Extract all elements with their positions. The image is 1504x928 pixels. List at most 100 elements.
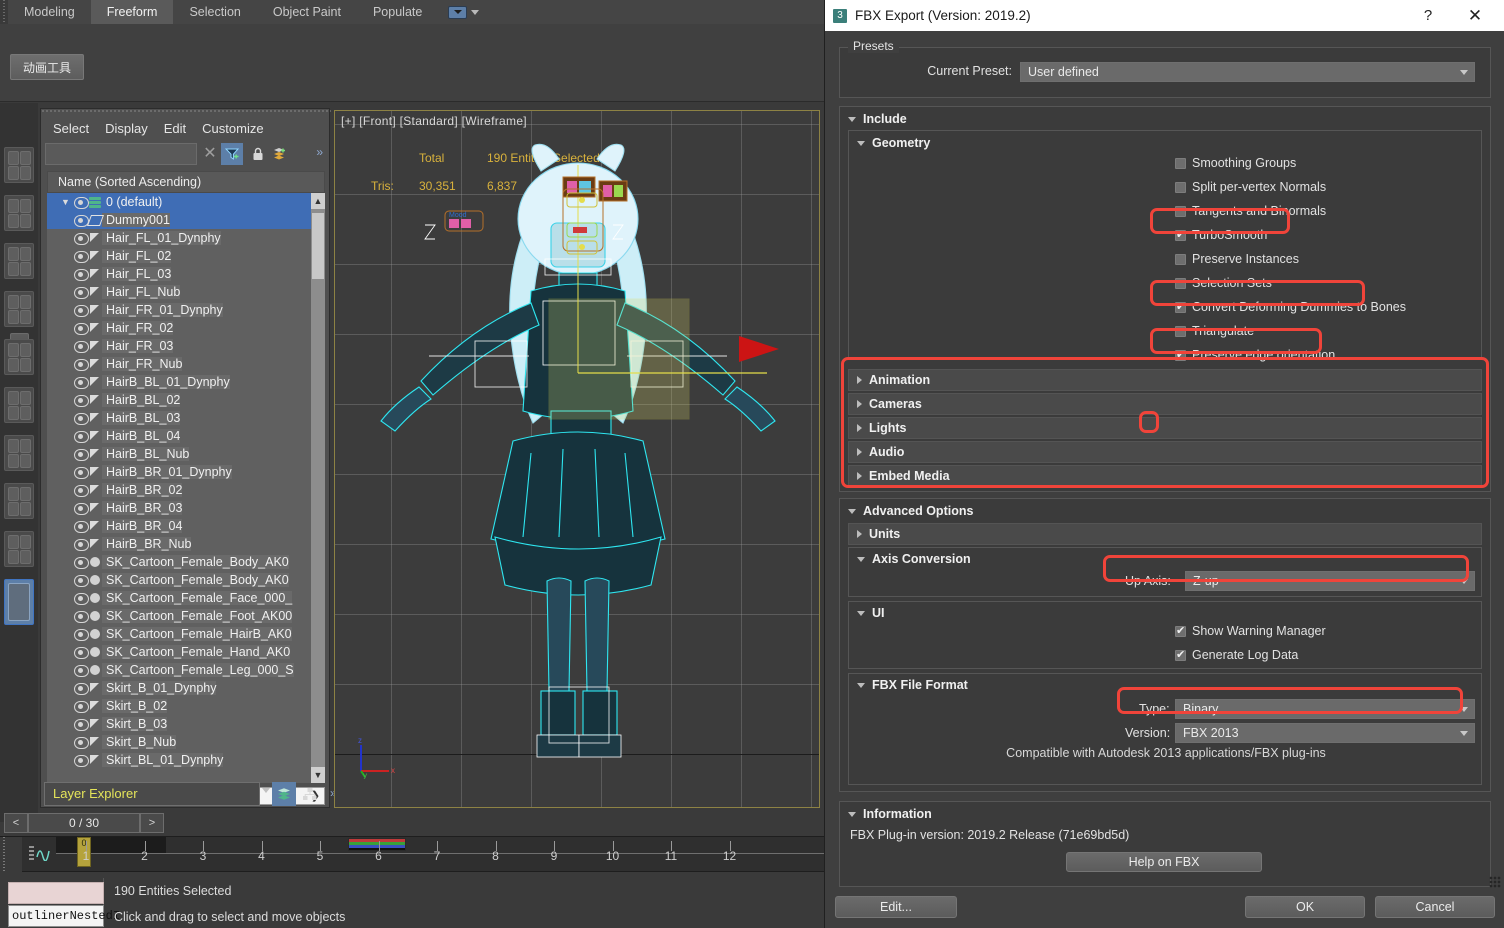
timeline-trackbar[interactable]: 0 1 2 3 4 5 6 7 8 9 10 11 12 (0, 836, 824, 873)
layer-row[interactable]: HairB_BR_03 (47, 499, 325, 517)
geometry-option-row[interactable]: Tangents and Binormals (1175, 204, 1326, 218)
layer-row[interactable]: SK_Cartoon_Female_HairB_AK0 (47, 625, 325, 643)
ribbon-tab-selection[interactable]: Selection (173, 0, 256, 24)
units-section-header[interactable]: Units (848, 523, 1482, 545)
layer-tree-scrollbar[interactable]: ▲ ▼ (311, 193, 325, 783)
clear-search-icon[interactable]: ✕ (201, 145, 219, 163)
geometry-option-checkbox[interactable] (1175, 181, 1186, 193)
collapsed-section-header[interactable]: Embed Media (848, 465, 1482, 487)
caret-down-icon[interactable]: ▼ (61, 197, 73, 207)
layer-row[interactable]: Hair_FL_01_Dynphy (47, 229, 325, 247)
geometry-option-row[interactable]: TurboSmooth (1175, 228, 1267, 242)
edit-button[interactable]: Edit... (835, 896, 957, 918)
caret-down-icon[interactable] (857, 140, 865, 146)
chevron-down-icon[interactable] (471, 9, 480, 15)
collapsed-section-header[interactable]: Cameras (848, 393, 1482, 415)
visibility-eye-icon[interactable] (73, 466, 89, 479)
next-frame-button[interactable]: > (140, 813, 164, 833)
layer-row[interactable]: HairB_BL_Nub (47, 445, 325, 463)
chevron-down-icon[interactable] (1460, 70, 1468, 75)
caret-right-icon[interactable] (857, 448, 862, 456)
geometry-section-header[interactable]: Geometry (857, 136, 930, 150)
layer-tree[interactable]: ▼ 0 (default) Dummy001 Hair_FL_01_Dynphy Hai… (47, 193, 325, 783)
prev-frame-button[interactable]: < (4, 813, 28, 833)
layer-row[interactable]: Dummy001 (47, 211, 325, 229)
file-format-header[interactable]: FBX File Format (857, 678, 968, 692)
layer-row[interactable]: HairB_BL_04 (47, 427, 325, 445)
layer-row[interactable]: SK_Cartoon_Female_Body_AK0 (47, 571, 325, 589)
layer-row[interactable]: HairB_BR_01_Dynphy (47, 463, 325, 481)
hierarchy-view-toggle[interactable] (298, 782, 322, 806)
lock-icon[interactable] (247, 143, 269, 165)
version-select[interactable]: FBX 2013 (1175, 723, 1475, 743)
geometry-option-checkbox[interactable] (1175, 157, 1186, 169)
advanced-options-header[interactable]: Advanced Options (848, 504, 973, 518)
geometry-option-row[interactable]: Convert Deforming Dummies to Bones (1175, 300, 1406, 314)
caret-down-icon[interactable] (848, 508, 856, 514)
collapsed-section-header[interactable]: Lights (848, 417, 1482, 439)
layer-row[interactable]: SK_Cartoon_Female_Foot_AK00 (47, 607, 325, 625)
visibility-eye-icon[interactable] (73, 502, 89, 515)
layer-row[interactable]: Hair_FL_03 (47, 265, 325, 283)
up-axis-select[interactable]: Z-up (1185, 571, 1475, 591)
geometry-option-row[interactable]: Preserve Instances (1175, 252, 1299, 266)
geometry-option-row[interactable]: Preserve edge orientation (1175, 348, 1335, 362)
visibility-eye-icon[interactable] (73, 394, 89, 407)
command-cell-1[interactable] (4, 147, 34, 183)
geometry-option-checkbox[interactable] (1175, 300, 1186, 313)
visibility-eye-icon[interactable] (73, 520, 89, 533)
layer-row[interactable]: Hair_FL_Nub (47, 283, 325, 301)
layer-row[interactable]: SK_Cartoon_Female_Body_AK0 (47, 553, 325, 571)
collapsed-section-header[interactable]: Animation (848, 369, 1482, 391)
visibility-eye-icon[interactable] (73, 430, 89, 443)
panel-drag-handle[interactable] (41, 109, 331, 114)
character-wireframe-model[interactable]: Mood (363, 141, 793, 781)
layer-row[interactable]: Skirt_B_01_Dynphy (47, 679, 325, 697)
visibility-eye-icon[interactable] (73, 664, 89, 677)
explorer-mode-chevron-down-icon[interactable] (262, 788, 270, 793)
visibility-eye-icon[interactable] (73, 628, 89, 641)
chevron-down-icon[interactable] (1460, 707, 1468, 712)
collapsed-section-header[interactable]: Audio (848, 441, 1482, 463)
geometry-option-checkbox[interactable] (1175, 325, 1186, 337)
geometry-option-checkbox[interactable] (1175, 277, 1186, 289)
visibility-eye-icon[interactable] (73, 304, 89, 317)
visibility-eye-icon[interactable] (73, 556, 89, 569)
current-preset-select[interactable]: User defined (1020, 62, 1475, 82)
visibility-eye-icon[interactable] (73, 646, 89, 659)
command-cell-selected[interactable] (4, 579, 34, 625)
anim-tools-button[interactable]: 动画工具 (10, 54, 84, 80)
layer-row[interactable]: SK_Cartoon_Female_Face_000_ (47, 589, 325, 607)
ribbon-overflow-menu[interactable] (438, 0, 489, 24)
ribbon-tab-populate[interactable]: Populate (357, 0, 438, 24)
curve-editor-icon[interactable] (28, 845, 52, 864)
cancel-button[interactable]: Cancel (1375, 896, 1495, 918)
visibility-eye-icon[interactable] (73, 610, 89, 623)
visibility-eye-icon[interactable] (73, 736, 89, 749)
generate-log-data-checkbox[interactable] (1175, 648, 1186, 661)
visibility-eye-icon[interactable] (73, 196, 89, 209)
layer-row[interactable]: SK_Cartoon_Female_Leg_000_S (47, 661, 325, 679)
generate-log-data-row[interactable]: Generate Log Data (1175, 648, 1298, 662)
show-warning-manager-checkbox[interactable] (1175, 624, 1186, 637)
ok-button[interactable]: OK (1245, 896, 1365, 918)
caret-down-icon[interactable] (857, 682, 865, 688)
layer-row[interactable]: HairB_BL_03 (47, 409, 325, 427)
geometry-option-row[interactable]: Selection Sets (1175, 276, 1272, 290)
geometry-option-checkbox[interactable] (1175, 205, 1186, 217)
visibility-eye-icon[interactable] (73, 268, 89, 281)
show-warning-manager-row[interactable]: Show Warning Manager (1175, 624, 1326, 638)
layer-row[interactable]: HairB_BR_04 (47, 517, 325, 535)
layer-row[interactable]: Hair_FR_02 (47, 319, 325, 337)
timeline-ruler[interactable]: 1 2 3 4 5 6 7 8 9 10 11 12 (56, 837, 824, 873)
command-cell-8[interactable] (4, 483, 34, 519)
caret-right-icon[interactable] (857, 400, 862, 408)
geometry-option-row[interactable]: Triangulate (1175, 324, 1254, 338)
visibility-eye-icon[interactable] (73, 322, 89, 335)
fbx-dialog-titlebar[interactable]: 3 FBX Export (Version: 2019.2) ? ✕ (825, 0, 1504, 31)
visibility-eye-icon[interactable] (73, 682, 89, 695)
geometry-option-row[interactable]: Split per-vertex Normals (1175, 180, 1326, 194)
filter-icon[interactable] (221, 143, 243, 165)
chevron-down-icon[interactable] (1460, 579, 1468, 584)
information-header[interactable]: Information (848, 807, 932, 821)
